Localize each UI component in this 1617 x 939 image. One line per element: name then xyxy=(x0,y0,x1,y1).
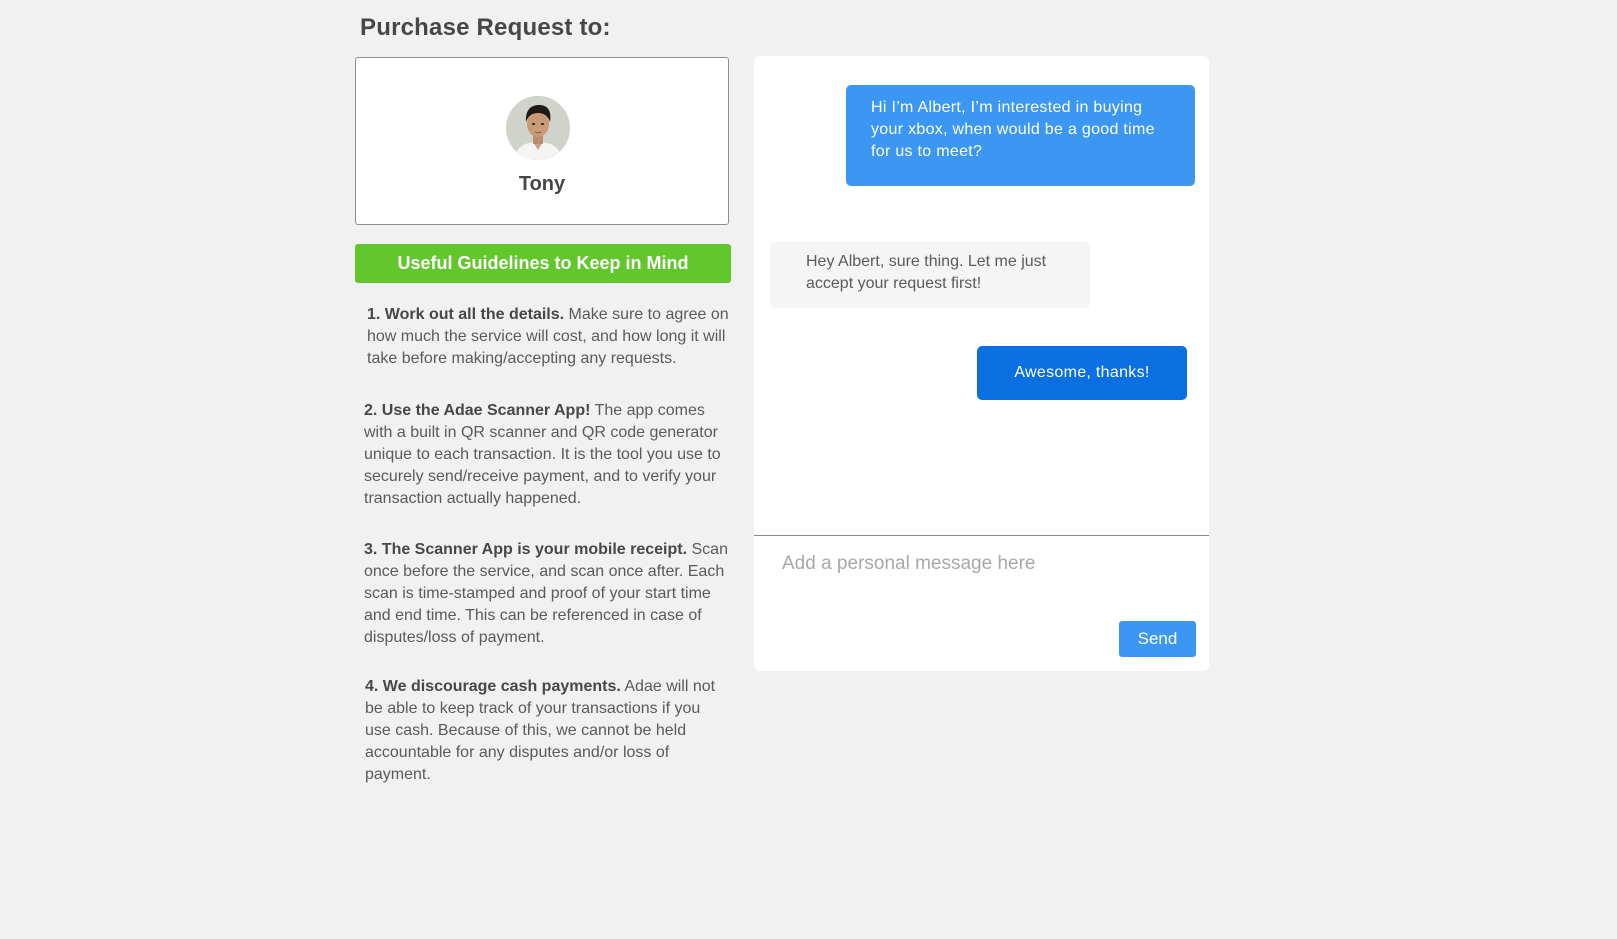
guideline-item: 2. Use the Adae Scanner App! The app com… xyxy=(364,400,734,510)
recipient-name: Tony xyxy=(518,173,566,195)
guideline-title: 4. We discourage cash payments. xyxy=(365,678,621,695)
guideline-item: 4. We discourage cash payments. Adae wil… xyxy=(365,676,717,786)
page-title: Purchase Request to: xyxy=(360,14,611,41)
chat-message-outgoing: Awesome, thanks! xyxy=(977,346,1187,400)
send-button[interactable]: Send xyxy=(1119,621,1196,657)
guideline-title: 2. Use the Adae Scanner App! xyxy=(364,402,591,419)
guideline-title: 1. Work out all the details. xyxy=(367,306,565,323)
guideline-item: 1. Work out all the details. Make sure t… xyxy=(367,304,735,370)
guidelines-button[interactable]: Useful Guidelines to Keep in Mind xyxy=(355,244,731,283)
message-input[interactable] xyxy=(770,546,1190,582)
guideline-title: 3. The Scanner App is your mobile receip… xyxy=(364,541,688,558)
divider xyxy=(754,535,1209,536)
chat-message-incoming: Hey Albert, sure thing. Let me just acce… xyxy=(770,242,1090,308)
avatar xyxy=(506,96,570,160)
chat-panel: Hi I’m Albert, I’m interested in buying … xyxy=(754,56,1209,671)
guideline-item: 3. The Scanner App is your mobile receip… xyxy=(364,539,734,649)
recipient-card: Tony xyxy=(355,57,729,225)
user-avatar-icon xyxy=(506,96,570,160)
chat-message-outgoing: Hi I’m Albert, I’m interested in buying … xyxy=(846,85,1195,186)
